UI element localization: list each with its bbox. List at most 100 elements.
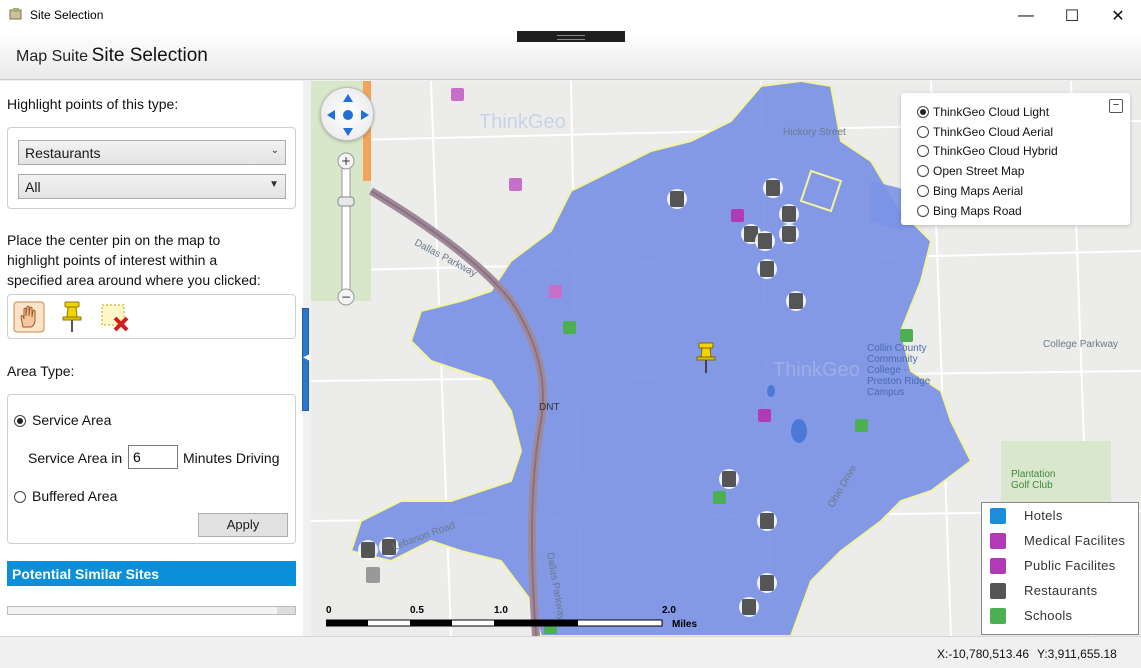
- y-coordinate: Y:3,911,655.18: [1037, 647, 1117, 661]
- collapse-layer-panel-button[interactable]: −: [1109, 99, 1123, 113]
- scale-tick: 0.5: [410, 605, 424, 616]
- poi-subtype-value: All: [25, 179, 41, 195]
- pan-navigation-control[interactable]: [320, 87, 374, 141]
- minutes-driving-label: Minutes Driving: [183, 450, 280, 466]
- area-type-label: Area Type:: [7, 363, 75, 379]
- buffered-area-radio[interactable]: [14, 491, 26, 503]
- school-icon: [563, 321, 576, 334]
- close-button[interactable]: ✕: [1095, 0, 1141, 31]
- layer-radio[interactable]: [917, 165, 929, 177]
- service-area-radio[interactable]: [14, 415, 26, 427]
- legend-label: Public Facilites: [1024, 558, 1116, 573]
- scale-tick: 2.0: [662, 605, 676, 616]
- service-area-in-label: Service Area in: [28, 450, 123, 466]
- label-collin-college: Collin County Community College - Presto…: [867, 343, 931, 398]
- minutes-driving-input[interactable]: [128, 445, 178, 469]
- legend-label: Schools: [1024, 608, 1073, 623]
- pushpin-tool-button[interactable]: [55, 300, 89, 334]
- layer-label: ThinkGeo Cloud Aerial: [933, 125, 1054, 139]
- scale-bar: 0 0.5 1.0 2.0 Miles: [325, 605, 716, 634]
- chevron-left-icon: ◀: [303, 352, 311, 363]
- clear-selection-tool-button[interactable]: [98, 300, 132, 334]
- label-hickory-street: Hickory Street: [783, 127, 846, 138]
- restaurant-icon: [755, 231, 775, 251]
- scale-unit: Miles: [672, 619, 698, 630]
- lake: [791, 419, 807, 443]
- public-facility-icon: [990, 558, 1006, 574]
- map-legend: Hotels Medical Facilites Public Facilite…: [981, 502, 1139, 635]
- layer-label: Open Street Map: [933, 164, 1025, 178]
- ribbon-drag-grip[interactable]: [517, 31, 625, 42]
- title-bar: Site Selection — ☐ ✕: [0, 0, 1141, 31]
- lake: [767, 385, 775, 397]
- medical-icon: [758, 409, 771, 422]
- brand-title: Site Selection: [91, 45, 208, 66]
- restaurant-icon: [757, 259, 777, 279]
- public-facility-icon: [509, 178, 522, 191]
- layer-label: ThinkGeo Cloud Hybrid: [933, 144, 1058, 158]
- watermark: ThinkGeo: [773, 359, 860, 381]
- svg-text:+: +: [341, 154, 351, 168]
- brand: Map Suite Site Selection: [16, 45, 208, 67]
- restaurant-icon: [763, 178, 783, 198]
- restaurant-icon: [667, 189, 687, 209]
- potential-sites-header: Potential Similar Sites: [7, 561, 296, 586]
- minimize-button[interactable]: —: [1003, 0, 1049, 31]
- layer-radio[interactable]: [917, 126, 929, 138]
- poi-subtype-select[interactable]: All ▼: [18, 174, 286, 199]
- pan-tool-button[interactable]: [12, 300, 46, 334]
- restaurant-icon: [719, 469, 739, 489]
- public-facility-icon: [451, 88, 464, 101]
- highlight-label: Highlight points of this type:: [7, 96, 179, 112]
- restaurant-icon: [358, 540, 378, 560]
- svg-text:−: −: [341, 290, 351, 304]
- layer-radio[interactable]: [917, 145, 929, 157]
- label-plantation-golf-club: Plantation Golf Club: [1011, 469, 1056, 491]
- legend-label: Medical Facilites: [1024, 533, 1126, 548]
- watermark: ThinkGeo: [479, 111, 566, 133]
- layer-radio[interactable]: [917, 185, 929, 197]
- restaurant-icon: [779, 204, 799, 224]
- legend-label: Hotels: [1024, 508, 1063, 523]
- hotel-icon: [990, 508, 1006, 524]
- restaurant-icon: [366, 567, 380, 583]
- maximize-button[interactable]: ☐: [1049, 0, 1095, 31]
- window-title: Site Selection: [30, 8, 104, 22]
- poi-type-select[interactable]: Restaurants ⌄: [18, 140, 286, 165]
- pan-arrows-icon: [327, 94, 369, 136]
- area-type-group: Service Area Service Area in Minutes Dri…: [7, 394, 296, 544]
- zoom-slider[interactable]: + −: [337, 151, 355, 307]
- clear-selection-icon: [101, 304, 129, 332]
- sites-scrollbar[interactable]: [7, 606, 296, 615]
- restaurant-icon: [757, 511, 777, 531]
- left-panel: Highlight points of this type: Restauran…: [0, 81, 303, 636]
- service-area-label[interactable]: Service Area: [32, 410, 111, 430]
- restaurant-icon: [779, 224, 799, 244]
- label-dnt: DNT: [539, 402, 560, 413]
- school-icon: [900, 329, 913, 342]
- map-view[interactable]: Hickory Street Dallas Parkway College Pa…: [311, 81, 1141, 636]
- layer-label: Bing Maps Aerial: [933, 184, 1024, 198]
- poi-type-value: Restaurants: [25, 145, 101, 161]
- instructions-line-2: highlight points of interest within a: [7, 252, 218, 268]
- school-icon: [990, 608, 1006, 624]
- app-icon: [9, 8, 22, 20]
- apply-button[interactable]: Apply: [198, 513, 288, 537]
- brand-prefix: Map Suite: [16, 48, 89, 65]
- public-facility-icon: [549, 285, 562, 298]
- poi-type-group: Restaurants ⌄ All ▼: [7, 127, 296, 209]
- layer-label: Bing Maps Road: [933, 204, 1022, 218]
- layer-radio[interactable]: [917, 205, 929, 217]
- restaurant-icon: [990, 583, 1006, 599]
- legend-label: Restaurants: [1024, 583, 1098, 598]
- x-coordinate: X:-10,780,513.46: [937, 647, 1030, 661]
- layer-radio[interactable]: [917, 106, 929, 118]
- scale-bar-graphic: [325, 619, 663, 627]
- tool-group: [7, 294, 296, 339]
- buffered-area-label[interactable]: Buffered Area: [32, 486, 117, 506]
- base-layer-switcher: − ThinkGeo Cloud Light ThinkGeo Cloud Ae…: [901, 93, 1130, 225]
- layer-label: ThinkGeo Cloud Light: [933, 105, 1050, 119]
- pan-hand-icon: [13, 301, 45, 333]
- restaurant-icon: [757, 573, 777, 593]
- restaurant-icon: [739, 597, 759, 617]
